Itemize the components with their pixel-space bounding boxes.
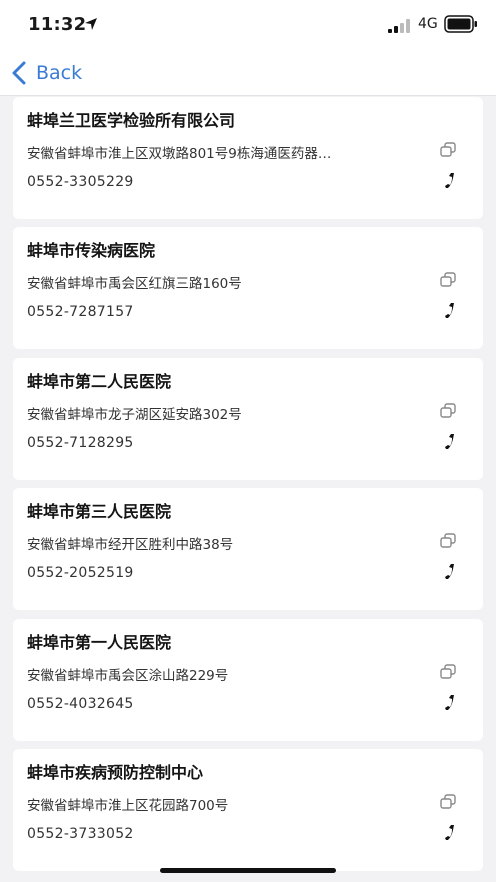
cellular-signal-icon xyxy=(388,19,410,33)
hospital-phone: 0552-7128295 xyxy=(27,435,134,451)
hospital-name: 蚌埠兰卫医学检验所有限公司 xyxy=(27,111,236,130)
list-item: 蚌埠市第三人民医院 安徽省蚌埠市经开区胜利中路38号 0552-2052519 xyxy=(13,488,483,610)
phone-call-icon[interactable] xyxy=(441,562,459,582)
hospital-address: 安徽省蚌埠市淮上区花园路700号 xyxy=(27,798,229,814)
location-arrow-icon xyxy=(85,18,97,30)
hospital-name: 蚌埠市第三人民医院 xyxy=(27,502,172,521)
copy-icon[interactable] xyxy=(439,793,457,811)
hospital-phone: 0552-7287157 xyxy=(27,304,134,320)
list-item: 蚌埠市第一人民医院 安徽省蚌埠市禹会区涂山路229号 0552-4032645 xyxy=(13,619,483,741)
list-item: 蚌埠兰卫医学检验所有限公司 安徽省蚌埠市淮上区双墩路801号9栋海通医药器… 0… xyxy=(13,97,483,219)
hospital-phone: 0552-3733052 xyxy=(27,826,134,842)
hospital-phone: 0552-3305229 xyxy=(27,174,134,190)
hospital-name: 蚌埠市第二人民医院 xyxy=(27,372,172,391)
navigation-bar: Back xyxy=(0,50,496,96)
hospital-address: 安徽省蚌埠市淮上区双墩路801号9栋海通医药器… xyxy=(27,146,332,162)
copy-icon[interactable] xyxy=(439,663,457,681)
copy-icon[interactable] xyxy=(439,141,457,159)
copy-icon[interactable] xyxy=(439,271,457,289)
home-indicator[interactable] xyxy=(160,868,336,873)
battery-icon xyxy=(444,15,477,33)
status-bar: 11:32 4G xyxy=(0,0,496,50)
back-label: Back xyxy=(36,62,83,84)
hospital-phone: 0552-4032645 xyxy=(27,696,134,712)
hospital-address: 安徽省蚌埠市禹会区涂山路229号 xyxy=(27,668,229,684)
copy-icon[interactable] xyxy=(439,402,457,420)
hospital-address: 安徽省蚌埠市龙子湖区延安路302号 xyxy=(27,407,242,423)
hospital-name: 蚌埠市传染病医院 xyxy=(27,241,156,260)
list-item: 蚌埠市第二人民医院 安徽省蚌埠市龙子湖区延安路302号 0552-7128295 xyxy=(13,358,483,480)
hospital-address: 安徽省蚌埠市经开区胜利中路38号 xyxy=(27,537,234,553)
hospital-name: 蚌埠市第一人民医院 xyxy=(27,633,172,652)
phone-call-icon[interactable] xyxy=(441,301,459,321)
list-item: 蚌埠市疾病预防控制中心 安徽省蚌埠市淮上区花园路700号 0552-373305… xyxy=(13,749,483,871)
hospital-name: 蚌埠市疾病预防控制中心 xyxy=(27,763,204,782)
phone-call-icon[interactable] xyxy=(441,823,459,843)
phone-call-icon[interactable] xyxy=(441,432,459,452)
status-time: 11:32 xyxy=(28,14,87,35)
hospital-phone: 0552-2052519 xyxy=(27,565,134,581)
hospital-address: 安徽省蚌埠市禹会区红旗三路160号 xyxy=(27,276,242,292)
phone-call-icon[interactable] xyxy=(441,171,459,191)
chevron-left-icon xyxy=(12,61,26,85)
back-button[interactable]: Back xyxy=(10,56,82,90)
list-item: 蚌埠市传染病医院 安徽省蚌埠市禹会区红旗三路160号 0552-7287157 xyxy=(13,227,483,349)
network-type: 4G xyxy=(418,16,438,32)
phone-call-icon[interactable] xyxy=(441,693,459,713)
copy-icon[interactable] xyxy=(439,532,457,550)
